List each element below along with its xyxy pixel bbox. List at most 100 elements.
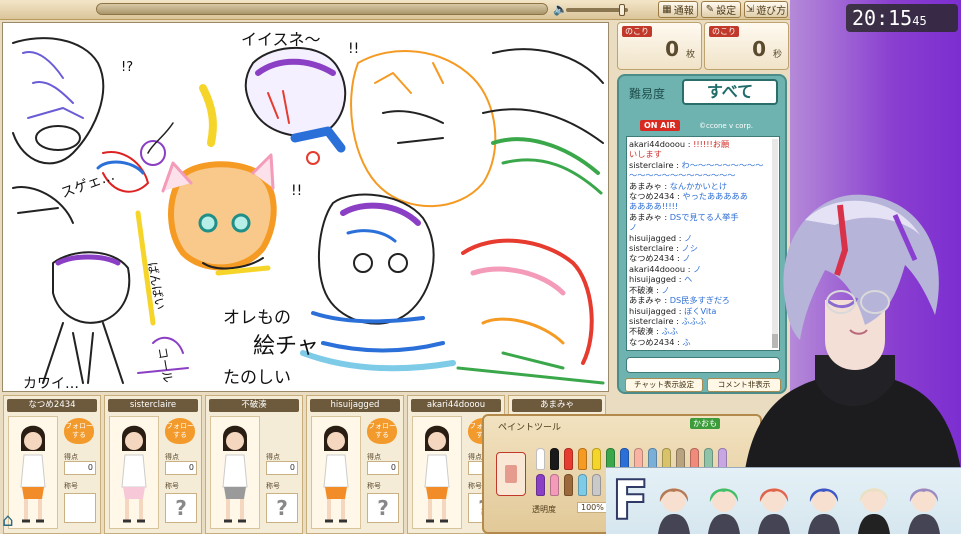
remaining-value: 0	[665, 37, 679, 61]
team-member-portrait	[908, 488, 940, 534]
copyright-text: ©ccone v corp.	[699, 122, 753, 130]
difficulty-label: 難易度	[629, 87, 666, 101]
chat-username: なつめ2434 :	[629, 253, 683, 264]
chat-text: ああああ!!!!!	[629, 201, 679, 212]
chat-username: akari44dooou :	[629, 139, 694, 149]
opacity-value[interactable]: 100%	[577, 502, 608, 513]
opacity-label: 透明度	[532, 505, 556, 514]
follow-button[interactable]: フォローする	[165, 418, 195, 444]
title-label: 称号	[468, 482, 482, 490]
chat-text: ふふふ	[681, 315, 707, 326]
follow-button[interactable]: フォローする	[64, 418, 94, 444]
canvas-text: スゲェ…	[59, 168, 117, 202]
time-label: のこり	[709, 26, 739, 37]
remaining-label: のこり	[622, 26, 652, 37]
team-member-portrait	[658, 488, 690, 534]
title-value: ?	[367, 493, 399, 523]
volume-knob[interactable]	[619, 4, 626, 16]
canvas-text: !!	[291, 183, 302, 199]
volume-slider[interactable]	[566, 4, 628, 16]
canvas-text: !?	[121, 60, 133, 75]
chat-text: DS民多すぎだろ	[669, 295, 730, 306]
canvas-text: !!	[348, 41, 359, 57]
color-pencil[interactable]	[550, 474, 559, 496]
canvas-text: カワイ…	[23, 376, 79, 392]
chat-text: ノ	[693, 263, 702, 274]
player-card[interactable]: hisuijagged フォローする 得点 0 称号?	[306, 395, 404, 534]
chat-text: やったあああああ	[682, 191, 748, 202]
chat-text: わ〜〜〜〜〜〜〜〜〜	[681, 159, 764, 170]
chat-username: sisterclaire :	[629, 159, 682, 170]
chat-text: !!!!!!お願	[693, 139, 730, 149]
chat-text: ヘ	[684, 274, 693, 285]
color-pencil[interactable]	[536, 448, 545, 470]
chat-text: ノ	[661, 284, 670, 295]
chat-text: ノ	[629, 222, 638, 233]
points-value: 0	[165, 461, 197, 475]
settings-button[interactable]: ✎ 設定	[701, 1, 741, 18]
player-avatar	[412, 416, 462, 529]
points-value: 0	[266, 461, 298, 475]
chat-text: 〜〜〜〜〜〜〜〜〜〜〜〜〜	[629, 170, 736, 181]
follow-button[interactable]: フォローする	[367, 418, 397, 444]
canvas-text: オレもの	[223, 308, 291, 328]
player-name: sisterclaire	[108, 399, 198, 412]
player-name: 不破湊	[209, 399, 299, 412]
color-pencil[interactable]	[578, 448, 587, 470]
title-label: 称号	[367, 482, 381, 490]
team-banner: F	[606, 467, 961, 534]
points-value: 0	[64, 461, 96, 475]
canvas-text: たのしい	[223, 368, 291, 388]
chat-text: DSで見てる人挙手	[669, 211, 739, 222]
chat-text: ぼくVita	[684, 305, 717, 316]
canvas-text: イイスネ〜	[241, 30, 321, 49]
player-avatar	[210, 416, 260, 529]
chat-username: hisuijagged :	[629, 305, 685, 316]
chat-text: いします	[629, 149, 662, 160]
chat-text: ふ	[682, 336, 691, 347]
game-window: 🔈 ▦ 通報 ✎ 設定 ⇲ 遊び方 イイスネ〜 !! !? オレもの 絵チャ た…	[0, 0, 790, 534]
chat-username: 不破湊 :	[629, 284, 662, 295]
difficulty-selector[interactable]: すべて	[682, 79, 778, 105]
how-to-play-button[interactable]: ⇲ 遊び方	[744, 1, 788, 18]
player-name: あまみゃ	[512, 399, 602, 412]
color-pencil[interactable]	[578, 474, 587, 496]
remaining-cards-counter: のこり 0 枚	[617, 22, 702, 70]
chat-username: sisterclaire :	[629, 315, 682, 326]
team-member-portrait	[758, 488, 790, 534]
chat-display-settings-button[interactable]: チャット表示設定	[625, 378, 703, 392]
chat-username: hisuijagged :	[629, 232, 685, 243]
color-pencil[interactable]	[536, 474, 545, 496]
chat-message: akari44dooou : !!!!!!お願	[629, 139, 771, 149]
drawing-canvas[interactable]: イイスネ〜 !! !? オレもの 絵チャ たのしい カワイ… コール ばんばい …	[2, 22, 609, 392]
title-label: 称号	[266, 482, 280, 490]
player-name: hisuijagged	[310, 399, 400, 412]
color-pencil[interactable]	[592, 448, 601, 470]
player-card[interactable]: 不破湊 得点 0 称号?	[205, 395, 303, 534]
color-pencil[interactable]	[564, 474, 573, 496]
chat-text: ノシ	[681, 243, 698, 254]
chat-message: いします	[629, 149, 771, 159]
paint-tool-tab[interactable]: かおも	[690, 418, 720, 429]
grid-icon: ▦	[662, 4, 672, 15]
eraser-tool[interactable]	[496, 452, 526, 496]
team-letter: F	[611, 469, 650, 533]
chat-username: 不破湊 :	[629, 326, 662, 337]
chat-username: sisterclaire :	[629, 243, 682, 254]
chat-username: なつめ2434 :	[629, 336, 683, 347]
home-icon[interactable]: ⌂	[2, 510, 24, 532]
color-pencil[interactable]	[564, 448, 573, 470]
report-button[interactable]: ▦ 通報	[658, 1, 698, 18]
chat-message: sisterclaire : わ〜〜〜〜〜〜〜〜〜	[629, 160, 771, 170]
color-pencil[interactable]	[592, 474, 601, 496]
color-pencil[interactable]	[550, 448, 559, 470]
chat-username: hisuijagged :	[629, 274, 685, 285]
wrench-icon: ✎	[705, 4, 715, 15]
how-to-play-button-label: 遊び方	[756, 6, 787, 17]
team-member-portrait	[858, 488, 890, 534]
player-card[interactable]: sisterclaire フォローする 得点 0 称号?	[104, 395, 202, 534]
round-progress-fill	[97, 4, 547, 14]
chat-username: なつめ2434 :	[629, 191, 683, 202]
paint-tool-title: ペイントツール	[498, 423, 562, 433]
time-unit: 秒	[772, 50, 782, 60]
